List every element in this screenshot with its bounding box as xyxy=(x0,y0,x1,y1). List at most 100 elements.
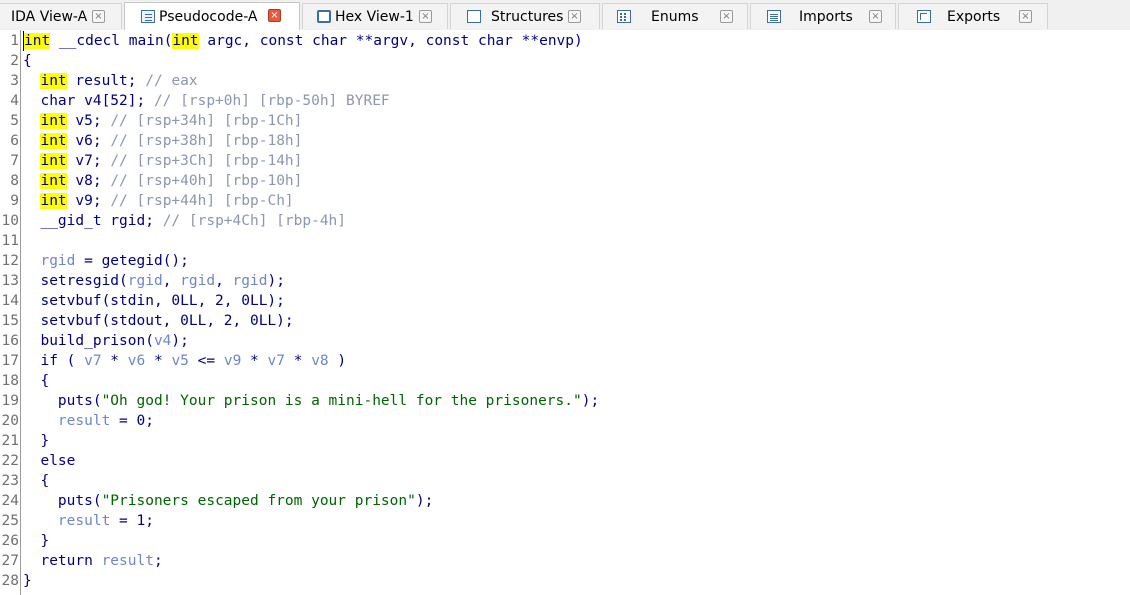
code-token: setvbuf(stdin, 0LL, 2, 0LL); xyxy=(23,293,285,309)
tab-hex-view-1[interactable]: Hex View-1 × xyxy=(302,3,448,29)
tab-imports[interactable]: Imports × xyxy=(750,3,896,29)
code-text: int v8; // [rsp+40h] [rbp-10h] xyxy=(23,171,302,191)
code-line[interactable]: 8 int v8; // [rsp+40h] [rbp-10h] xyxy=(0,171,1130,191)
code-token: char v4[52]; xyxy=(23,93,154,109)
code-line[interactable]: 21 } xyxy=(0,431,1130,451)
hex-icon xyxy=(317,10,331,23)
comment: // [rsp+4Ch] [rbp-4h] xyxy=(162,213,347,229)
code-text: return result; xyxy=(23,551,163,571)
line-number: 21 xyxy=(1,433,19,449)
code-token: } xyxy=(23,573,32,589)
code-token: * xyxy=(101,353,128,369)
code-line[interactable]: 3 int result; // eax xyxy=(0,71,1130,91)
code-text: int v9; // [rsp+44h] [rbp-Ch] xyxy=(23,191,294,211)
code-token: = getegid(); xyxy=(75,253,189,269)
code-line[interactable]: 1 int __cdecl main(int argc, const char *… xyxy=(0,31,1130,51)
line-number: 1 xyxy=(10,33,19,49)
code-line[interactable]: 18 { xyxy=(0,371,1130,391)
code-token: { xyxy=(23,473,50,489)
close-icon[interactable]: × xyxy=(568,10,581,23)
variable: v6 xyxy=(127,353,146,369)
code-line[interactable]: 16 build_prison(v4); xyxy=(0,331,1130,351)
code-line[interactable]: 24 puts("Prisoners escaped from your pri… xyxy=(0,491,1130,511)
code-line[interactable]: 22 else xyxy=(0,451,1130,471)
code-text: puts("Oh god! Your prison is a mini-hell… xyxy=(23,391,599,411)
comment: // [rsp+40h] [rbp-10h] xyxy=(110,173,303,189)
tab-structures[interactable]: Structures × xyxy=(450,3,600,29)
tab-label: Exports xyxy=(947,8,1001,25)
code-text: { xyxy=(23,51,32,71)
line-number: 19 xyxy=(1,393,19,409)
code-line[interactable]: 11 xyxy=(0,231,1130,251)
code-line[interactable]: 15 setvbuf(stdout, 0LL, 2, 0LL); xyxy=(0,311,1130,331)
close-icon[interactable]: × xyxy=(419,10,432,23)
comment: // eax xyxy=(145,73,198,89)
variable: result xyxy=(57,513,111,529)
variable: v5 xyxy=(171,353,189,369)
tab-exports[interactable]: Exports × xyxy=(898,3,1048,29)
line-number: 5 xyxy=(10,113,19,129)
code-line[interactable]: 13 setresgid(rgid, rgid, rgid); xyxy=(0,271,1130,291)
code-line[interactable]: 7 int v7; // [rsp+3Ch] [rbp-14h] xyxy=(0,151,1130,171)
code-token: } xyxy=(23,433,50,449)
close-icon[interactable]: × xyxy=(869,10,882,23)
code-token: = 1; xyxy=(110,513,154,529)
line-number: 22 xyxy=(1,453,19,469)
code-line[interactable]: 25 result = 1; xyxy=(0,511,1130,531)
code-line[interactable]: 23 { xyxy=(0,471,1130,491)
comment: // [rsp+3Ch] [rbp-14h] xyxy=(110,153,303,169)
code-text: { xyxy=(23,371,49,391)
close-icon[interactable]: × xyxy=(92,10,105,23)
tab-pseudocode-a[interactable]: Pseudocode-A × xyxy=(124,2,300,30)
code-line[interactable]: 9 int v9; // [rsp+44h] [rbp-Ch] xyxy=(0,191,1130,211)
tab-ida-view-a[interactable]: IDA View-A × xyxy=(0,3,122,29)
code-token: else xyxy=(23,453,76,469)
code-token: } xyxy=(23,533,50,549)
line-number: 7 xyxy=(10,153,19,169)
tab-enums[interactable]: Enums × xyxy=(602,3,748,29)
close-icon[interactable]: × xyxy=(1019,10,1032,23)
pseudocode-view[interactable]: 1 int __cdecl main(int argc, const char *… xyxy=(0,30,1130,595)
structures-icon xyxy=(467,10,481,23)
tab-label: IDA View-A xyxy=(11,8,88,25)
code-line[interactable]: 6 int v6; // [rsp+38h] [rbp-18h] xyxy=(0,131,1130,151)
close-icon[interactable]: × xyxy=(720,10,733,23)
code-line[interactable]: 2{ xyxy=(0,51,1130,71)
comment: // [rsp+44h] [rbp-Ch] xyxy=(110,193,294,209)
type-keyword: int xyxy=(40,193,67,209)
code-text: } xyxy=(23,571,32,591)
code-line[interactable]: 17 if ( v7 * v6 * v5 <= v9 * v7 * v8 ) xyxy=(0,351,1130,371)
line-number: 10 xyxy=(1,213,19,229)
line-number: 8 xyxy=(10,173,19,189)
code-line[interactable]: 12 rgid = getegid(); xyxy=(0,251,1130,271)
comment: // [rsp+38h] [rbp-18h] xyxy=(110,133,303,149)
code-token: puts( xyxy=(23,393,102,409)
code-line[interactable]: 5 int v5; // [rsp+34h] [rbp-1Ch] xyxy=(0,111,1130,131)
string-literal: "Oh god! Your prison is a mini-hell for … xyxy=(101,393,582,409)
code-line[interactable]: 4 char v4[52]; // [rsp+0h] [rbp-50h] BYR… xyxy=(0,91,1130,111)
code-line[interactable]: 14 setvbuf(stdin, 0LL, 2, 0LL); xyxy=(0,291,1130,311)
code-token: <= xyxy=(188,353,224,369)
code-text: __gid_t rgid; // [rsp+4Ch] [rbp-4h] xyxy=(23,211,346,231)
code-line[interactable]: 26 } xyxy=(0,531,1130,551)
code-token: * xyxy=(145,353,172,369)
code-text: setresgid(rgid, rgid, rgid); xyxy=(23,271,284,291)
code-token: if ( xyxy=(23,353,85,369)
string-literal: "Prisoners escaped from your prison" xyxy=(101,493,416,509)
line-number: 27 xyxy=(1,553,19,569)
code-line[interactable]: 10 __gid_t rgid; // [rsp+4Ch] [rbp-4h] xyxy=(0,211,1130,231)
code-line[interactable]: 28} xyxy=(0,571,1130,591)
close-icon[interactable]: × xyxy=(268,9,281,22)
code-token: ; xyxy=(153,553,163,569)
type-keyword: int xyxy=(40,73,67,89)
imports-icon xyxy=(767,10,781,23)
line-number: 3 xyxy=(10,73,19,89)
code-token: v9; xyxy=(66,193,111,209)
code-line[interactable]: 19 puts("Oh god! Your prison is a mini-h… xyxy=(0,391,1130,411)
code-line[interactable]: 20 result = 0; xyxy=(0,411,1130,431)
code-text: } xyxy=(23,531,49,551)
type-keyword: int xyxy=(40,153,67,169)
code-line[interactable]: 27 return result; xyxy=(0,551,1130,571)
